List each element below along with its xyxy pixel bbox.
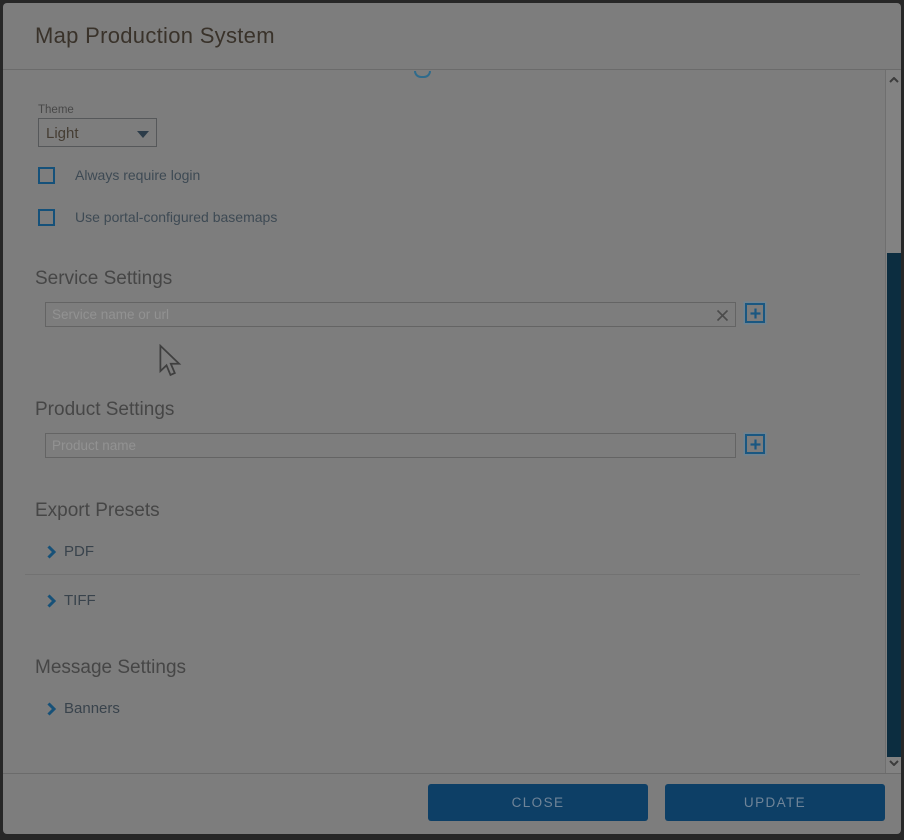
portal-basemaps-checkbox-row[interactable]: Use portal-configured basemaps (38, 208, 277, 226)
map-production-system-dialog: Map Production System Theme Light Always… (3, 3, 901, 834)
always-require-login-checkbox-row[interactable]: Always require login (38, 166, 200, 184)
expander-label: TIFF (64, 592, 96, 609)
theme-label: Theme (38, 104, 74, 116)
scroll-up-button[interactable] (886, 72, 901, 88)
page-title: Map Production System (35, 23, 275, 49)
dialog-footer: CLOSE UPDATE (3, 773, 901, 834)
chevron-up-icon (889, 77, 899, 83)
theme-select-value: Light (46, 125, 79, 142)
update-button[interactable]: UPDATE (665, 784, 885, 821)
portal-basemaps-checkbox[interactable] (38, 209, 55, 226)
clear-service-input-button[interactable] (713, 306, 731, 324)
message-settings-heading: Message Settings (35, 657, 186, 679)
close-button[interactable]: CLOSE (428, 784, 648, 821)
expander-label: Banners (64, 700, 120, 717)
add-service-button[interactable] (745, 303, 765, 323)
dialog-header: Map Production System (3, 3, 901, 70)
checkbox-label: Always require login (75, 167, 200, 183)
x-mark-icon (716, 309, 729, 322)
chevron-right-icon (47, 594, 56, 608)
product-name-input[interactable] (45, 433, 736, 458)
service-settings-heading: Service Settings (35, 268, 172, 290)
mouse-cursor-icon (158, 344, 182, 378)
theme-select[interactable]: Light (38, 118, 157, 147)
scroll-down-button[interactable] (886, 755, 901, 771)
export-presets-heading: Export Presets (35, 500, 160, 522)
chevron-right-icon (47, 702, 56, 716)
add-product-button[interactable] (745, 434, 765, 454)
chevron-down-icon (137, 131, 149, 138)
preset-divider (25, 574, 860, 575)
service-name-input[interactable] (45, 302, 736, 327)
banners-expander[interactable]: Banners (47, 700, 120, 717)
chevron-right-icon (47, 545, 56, 559)
vertical-scrollbar[interactable] (885, 70, 901, 773)
scrolled-element-fragment (414, 71, 431, 78)
scrollbar-thumb[interactable] (887, 253, 901, 757)
expander-label: PDF (64, 543, 94, 560)
product-settings-heading: Product Settings (35, 399, 174, 421)
plus-icon (750, 439, 761, 450)
tiff-preset-expander[interactable]: TIFF (47, 592, 96, 609)
pdf-preset-expander[interactable]: PDF (47, 543, 94, 560)
plus-icon (750, 308, 761, 319)
always-require-login-checkbox[interactable] (38, 167, 55, 184)
chevron-down-icon (889, 760, 899, 766)
checkbox-label: Use portal-configured basemaps (75, 209, 277, 225)
